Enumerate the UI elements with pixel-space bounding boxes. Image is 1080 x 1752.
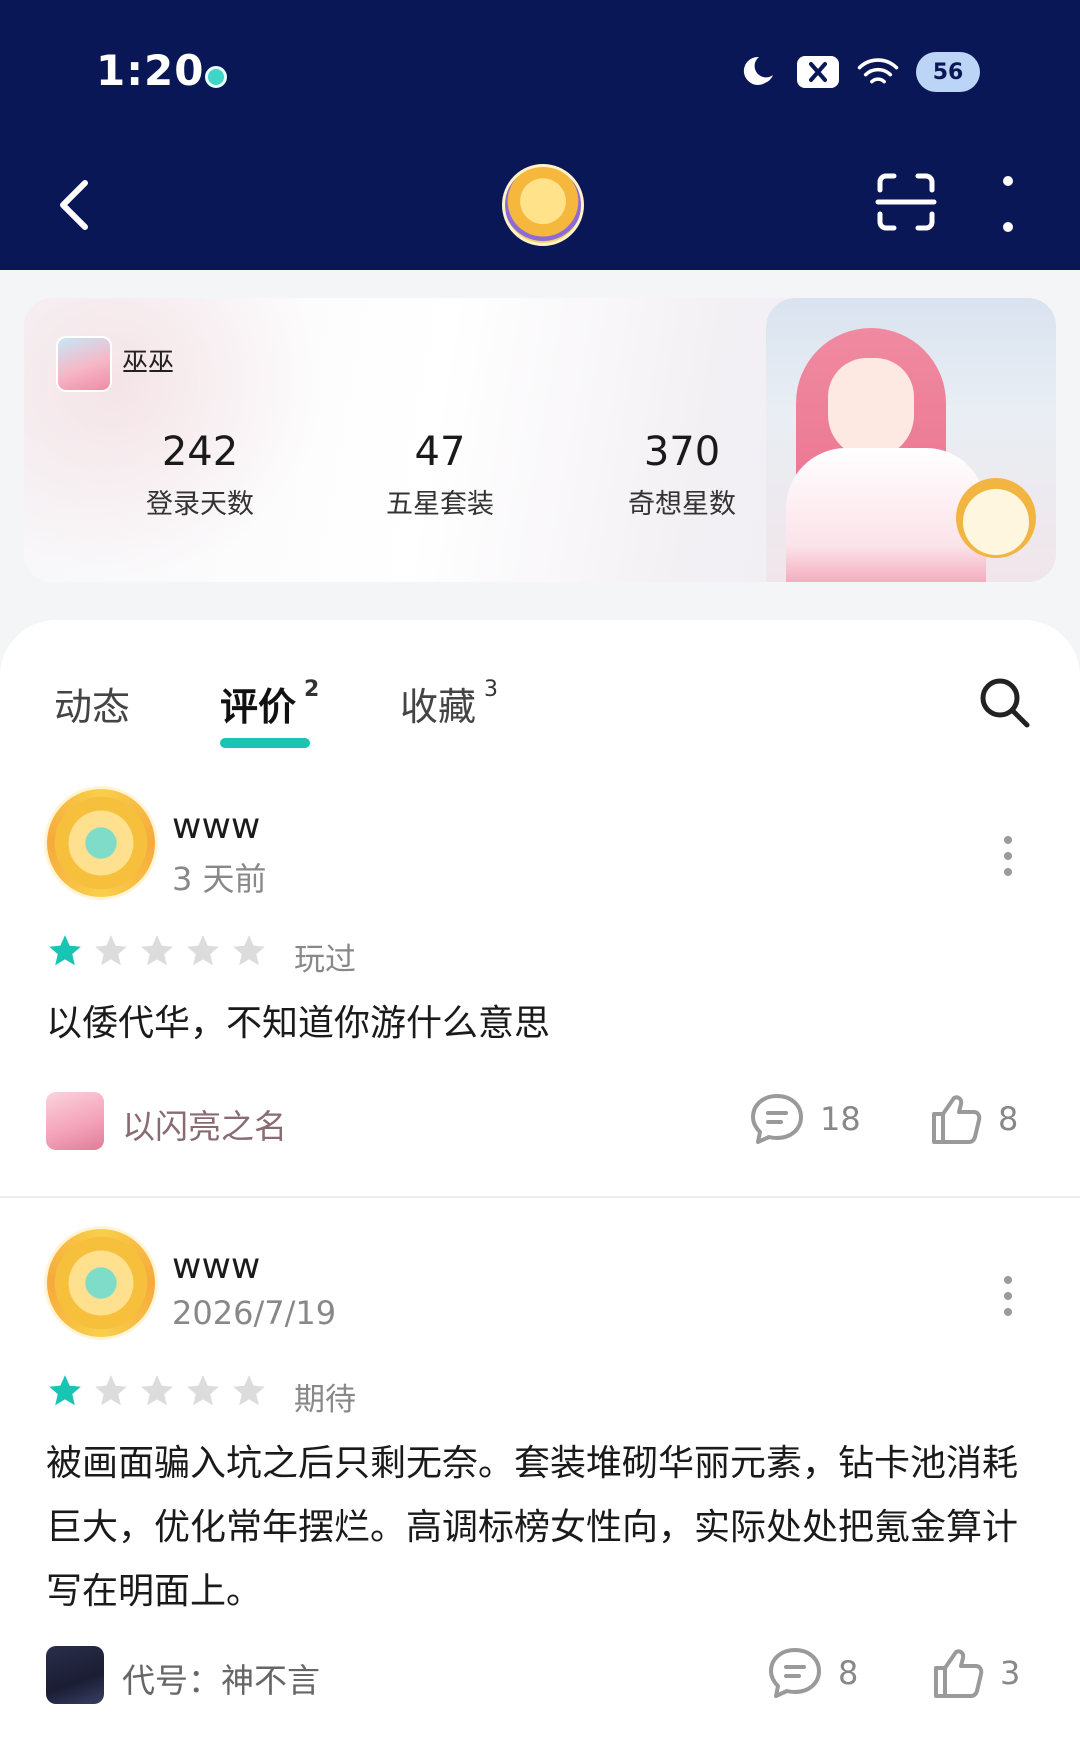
game-tag-label[interactable]: 代号：神不言 (122, 1654, 320, 1702)
tab-bar: 动态 评价 2 收藏 3 (0, 656, 1080, 756)
stat-fantasy-stars: 370 奇想星数 (592, 428, 772, 521)
stat-label: 五星套装 (386, 489, 494, 520)
dot (1003, 176, 1013, 186)
review-divider (0, 1196, 1080, 1198)
tab-activity[interactable]: 动态 (54, 676, 130, 731)
stat-label: 登录天数 (146, 489, 254, 520)
rating-stars (46, 1372, 268, 1410)
username[interactable]: www (172, 806, 260, 847)
like-count: 8 (998, 1100, 1019, 1138)
stat-value: 370 (643, 429, 721, 475)
comment-count: 8 (838, 1654, 859, 1692)
username[interactable]: www (172, 1246, 260, 1287)
thumbs-up-icon (932, 1095, 982, 1144)
star-empty-icon (141, 1375, 173, 1406)
dot (1004, 868, 1012, 876)
review-time: 2026/7/19 (172, 1294, 337, 1332)
dot (1004, 852, 1012, 860)
star-empty-icon (187, 935, 219, 966)
star-empty-icon (95, 935, 127, 966)
like-button[interactable]: 8 (928, 1092, 1018, 1146)
game-profile-card[interactable]: 巫巫 242 登录天数 47 五星套装 370 奇想星数 (24, 298, 1056, 582)
dot (1004, 1292, 1012, 1300)
stat-value: 47 (414, 429, 466, 475)
user-avatar[interactable] (44, 786, 158, 900)
game-character-name: 巫巫 (122, 348, 175, 378)
star-empty-icon (233, 935, 265, 966)
stat-five-star-outfits: 47 五星套装 (350, 428, 530, 521)
star-empty-icon (141, 935, 173, 966)
comment-icon (751, 1094, 803, 1144)
tab-count: 2 (304, 677, 320, 703)
character-artwork (766, 298, 1056, 582)
play-status-label: 玩过 (294, 942, 356, 978)
play-status-label: 期待 (294, 1382, 356, 1418)
active-tab-indicator (220, 738, 310, 748)
thumbs-up-icon (934, 1649, 984, 1698)
dot (1004, 836, 1012, 844)
review-more-button[interactable] (1000, 1276, 1016, 1316)
review-text[interactable]: 被画面骗入坑之后只剩无奈。套装堆砌华丽元素，钻卡池消耗巨大，优化常年摆烂。高调标… (46, 1432, 1036, 1624)
like-count: 3 (1000, 1654, 1021, 1692)
review-card[interactable]: www 2026/7/19 期待 被画面骗入坑之后只剩无奈。套装堆砌华丽元素，钻… (0, 1226, 1080, 1752)
app-screen: 1:20 56 巫巫 242 登录天数 47 五星套装 370 奇想星数 动态 … (0, 0, 1080, 1752)
game-tag-label[interactable]: 以闪亮之名 (122, 1100, 287, 1148)
dot (1003, 222, 1013, 232)
rating-stars (46, 932, 268, 970)
game-tag-icon[interactable] (46, 1092, 104, 1150)
star-empty-icon (233, 1375, 265, 1406)
app-header: 1:20 56 (0, 0, 1080, 270)
battery-indicator: 56 (916, 52, 980, 92)
dot (1004, 1276, 1012, 1284)
comment-button[interactable]: 18 (748, 1092, 861, 1146)
back-button[interactable] (44, 170, 104, 240)
game-icon (56, 336, 112, 392)
star-empty-icon (187, 1375, 219, 1406)
more-options-button[interactable] (996, 176, 1020, 232)
tab-label: 评价 (220, 685, 297, 729)
tab-count: 3 (484, 677, 499, 703)
star-filled-icon (49, 1375, 81, 1406)
like-button[interactable]: 3 (930, 1646, 1020, 1700)
wifi-icon (856, 52, 900, 92)
search-icon[interactable] (976, 674, 1032, 730)
art-cat-mascot (956, 478, 1036, 558)
tab-reviews[interactable]: 评价 2 (220, 676, 319, 731)
user-avatar[interactable] (44, 1226, 158, 1340)
review-time: 3 天前 (172, 860, 267, 898)
scan-icon[interactable] (874, 170, 938, 234)
stat-label: 奇想星数 (628, 489, 736, 520)
game-tag-icon[interactable] (46, 1646, 104, 1704)
status-icons: 56 (736, 52, 980, 92)
moon-icon (736, 52, 780, 92)
tab-label: 动态 (54, 685, 131, 729)
content-panel: 动态 评价 2 收藏 3 www 3 天前 玩过 以倭代华，不知道你游什么意思 … (0, 620, 1080, 1752)
review-text[interactable]: 以倭代华，不知道你游什么意思 (46, 992, 1036, 1056)
dot (1004, 1308, 1012, 1316)
comment-icon (769, 1648, 821, 1698)
star-empty-icon (95, 1375, 127, 1406)
status-time: 1:20 (96, 46, 205, 95)
stat-login-days: 242 登录天数 (110, 428, 290, 521)
tab-favorites[interactable]: 收藏 3 (400, 676, 498, 731)
review-more-button[interactable] (1000, 836, 1016, 876)
notification-dot-icon (205, 66, 227, 88)
comment-count: 18 (820, 1100, 861, 1138)
mute-icon (796, 52, 840, 92)
tab-label: 收藏 (400, 685, 477, 729)
comment-button[interactable]: 8 (766, 1646, 858, 1700)
art-face (828, 358, 914, 458)
stat-value: 242 (161, 429, 239, 475)
header-avatar[interactable] (502, 164, 584, 246)
star-filled-icon (49, 935, 81, 966)
